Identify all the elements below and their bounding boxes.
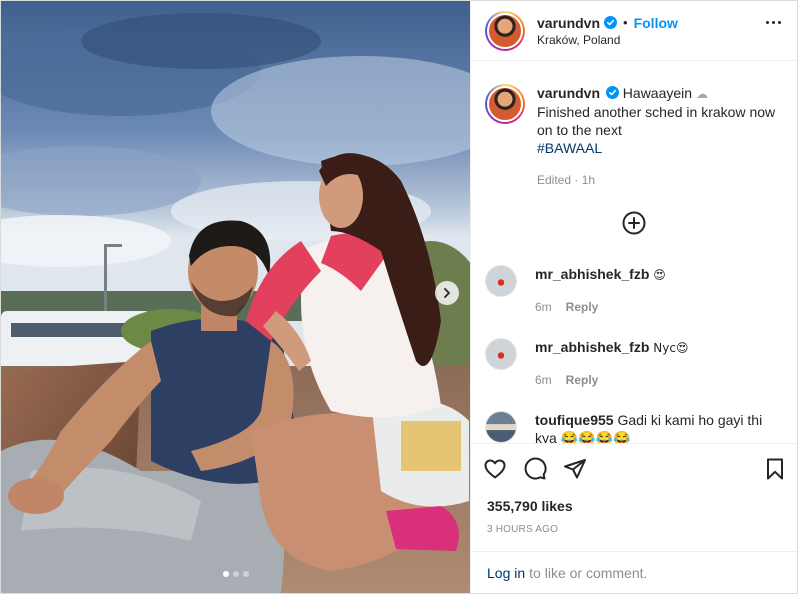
carousel-dot [222,571,229,577]
post-actions: 355,790 likes 3 hours ago [471,443,797,535]
post-location[interactable]: Kraków, Poland [537,33,678,47]
caption-username[interactable]: varundvn [537,85,600,101]
comment-meta: 6m Reply [535,371,688,389]
author-avatar[interactable] [485,10,525,51]
chevron-right-icon [444,288,450,298]
action-row [483,444,785,494]
caption-header: varundvn Hawaayein ☁ [537,84,783,103]
comment-body: mr_abhishek_fzb Nyc😍 6m Reply [535,338,688,389]
commenter-avatar[interactable] [485,265,517,297]
comment-body: toufique955 Gadi ki kami ho gayi thi kya… [535,411,783,443]
carousel-indicator [1,571,470,577]
login-link[interactable]: Log in [487,565,525,581]
comment-bubble-icon[interactable] [523,457,547,481]
follow-button[interactable]: Follow [634,15,678,31]
post-photo [1,1,470,593]
comment-age: 6m [535,373,552,387]
reply-button[interactable]: Reply [566,298,599,316]
comment-age: 6m [535,300,552,314]
header-text: varundvn • Follow Kraków, Poland [537,15,678,47]
caption-song[interactable]: Hawaayein [623,85,692,101]
comment-item: mr_abhishek_fzb 😍 6m Reply [485,265,783,316]
comment-meta: 6m Reply [535,298,666,316]
verified-badge-icon [604,16,618,29]
comments-section[interactable]: varundvn Hawaayein ☁ Finished another sc… [471,61,797,443]
heart-icon[interactable] [483,457,507,481]
caption-meta: Edited · 1h [537,173,596,187]
likes-count[interactable]: 355,790 likes [483,498,785,514]
caption-hashtag[interactable]: #BAWAAL [537,139,783,157]
login-bar: Log in to like or comment. [471,551,797,593]
post-caption: varundvn Hawaayein ☁ Finished another sc… [485,61,783,189]
comment-item: mr_abhishek_fzb Nyc😍 6m Reply [485,338,783,389]
comment-text: Nyc😍 [653,341,689,355]
carousel-dot [242,571,249,577]
post-side-panel: varundvn • Follow Kraków, Poland varundv… [470,1,797,593]
commenter-username[interactable]: mr_abhishek_fzb [535,266,649,282]
paper-plane-icon[interactable] [563,457,587,481]
carousel-next-button[interactable] [435,281,459,305]
commenter-avatar[interactable] [485,338,517,370]
plus-circle-icon [622,211,646,235]
header-separator: • [623,15,628,30]
more-dot [766,21,769,24]
comment-item: toufique955 Gadi ki kami ho gayi thi kya… [485,411,783,443]
more-dot [772,21,775,24]
comment-body: mr_abhishek_fzb 😍 6m Reply [535,265,666,316]
caption-avatar[interactable] [485,84,525,124]
verified-badge-icon [605,86,619,99]
login-prompt: to like or comment. [529,564,648,581]
caption-avatar-image [487,86,523,122]
bookmark-icon[interactable] [763,457,787,481]
caption-text: Finished another sched in krakow now on … [537,104,776,138]
author-avatar-image [487,12,523,49]
author-username[interactable]: varundvn [537,15,600,31]
more-options-icon[interactable] [766,21,781,24]
commenter-username[interactable]: toufique955 [535,412,614,428]
carousel-dot [232,571,239,577]
commenter-avatar[interactable] [485,411,517,443]
cloud-icon: ☁ [695,87,708,101]
instagram-post: varundvn • Follow Kraków, Poland varundv… [0,0,798,594]
post-media[interactable] [1,1,470,593]
comment-line: mr_abhishek_fzb 😍 [535,265,666,284]
commenter-username[interactable]: mr_abhishek_fzb [535,339,649,355]
post-time: 3 hours ago [487,524,559,535]
more-dot [778,21,781,24]
comment-line: mr_abhishek_fzb Nyc😍 [535,338,688,357]
header-line: varundvn • Follow [537,15,678,31]
caption-body: varundvn Hawaayein ☁ Finished another sc… [537,84,783,189]
post-header: varundvn • Follow Kraków, Poland [471,1,797,61]
reply-button[interactable]: Reply [566,371,599,389]
load-more-comments-button[interactable] [485,211,783,241]
comment-text: 😍 [653,268,666,282]
